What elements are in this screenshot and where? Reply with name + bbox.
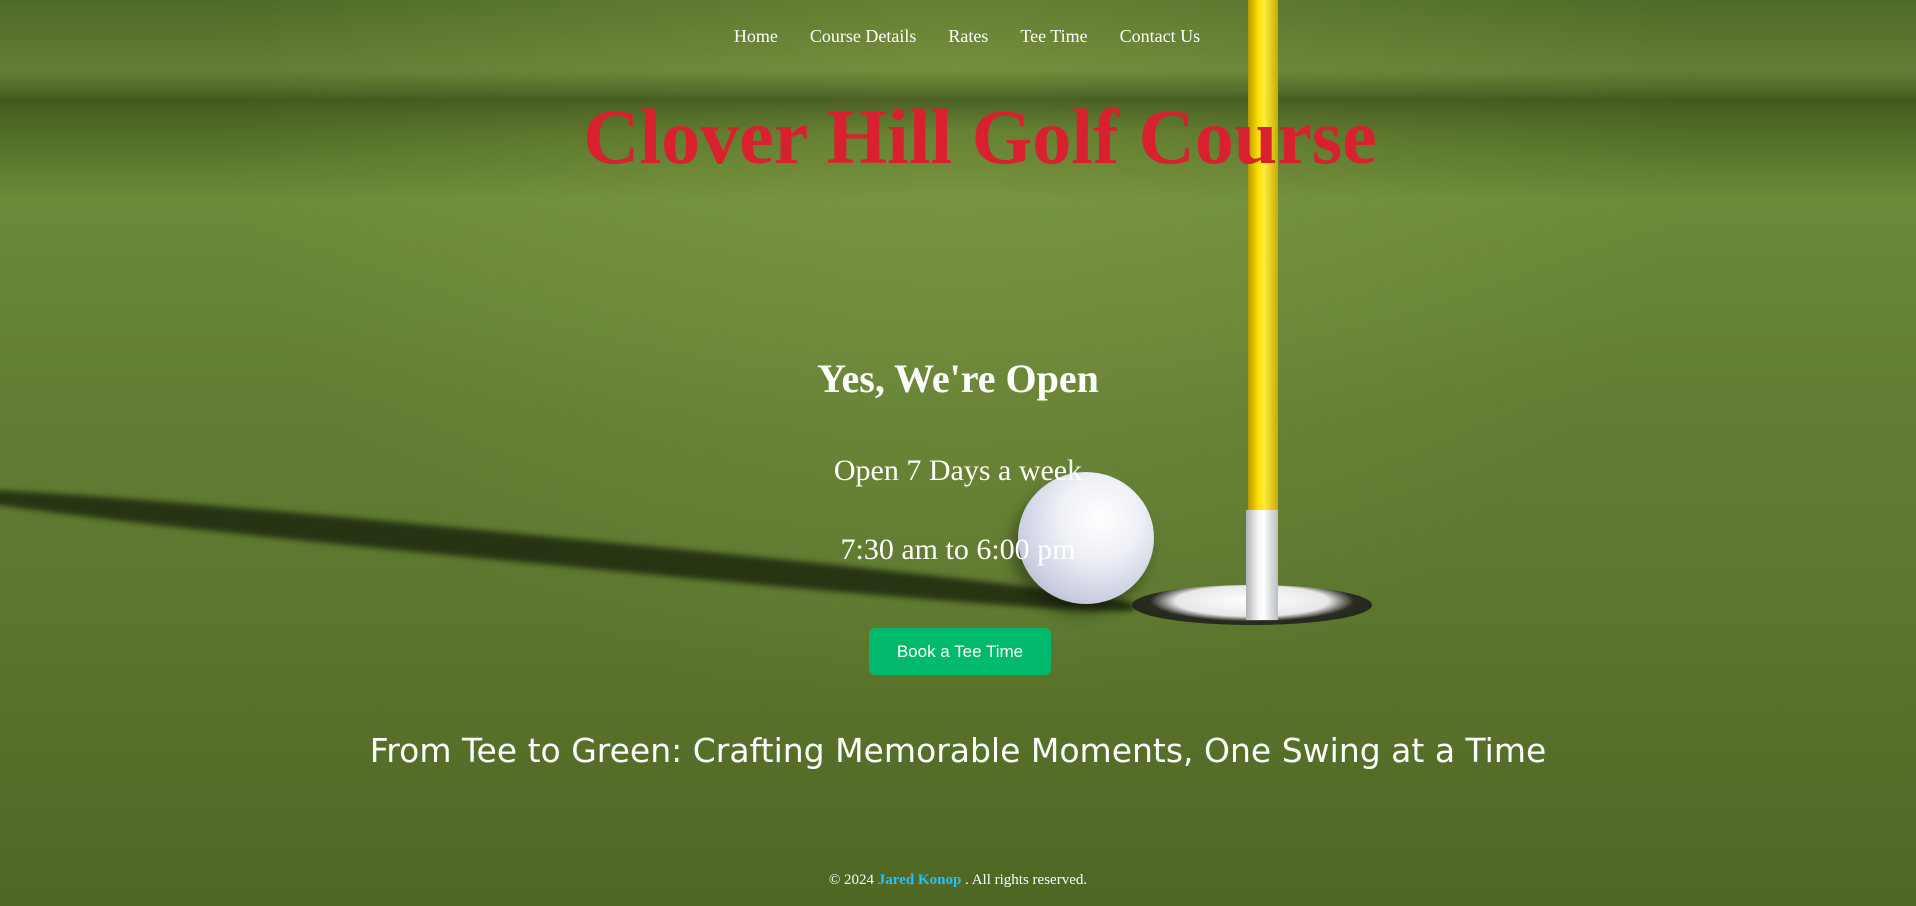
copyright-text: © 2024 (828, 872, 875, 888)
site-title: Clover Hill Golf Course (583, 93, 1377, 180)
rights-text: . All rights reserved. (965, 872, 1088, 888)
open-hours-text: 7:30 am to 6:00 pm (840, 533, 1076, 566)
nav-course-details[interactable]: Course Details (810, 26, 916, 47)
open-days-text: Open 7 Days a week (833, 454, 1083, 487)
book-tee-time-button[interactable]: Book a Tee Time (869, 628, 1051, 675)
tagline: From Tee to Green: Crafting Memorable Mo… (369, 731, 1547, 770)
nav-tee-time[interactable]: Tee Time (1020, 26, 1087, 47)
nav-rates[interactable]: Rates (948, 26, 988, 47)
nav-contact-us[interactable]: Contact Us (1120, 26, 1201, 47)
author-link[interactable]: Jared Konop (878, 872, 962, 888)
open-heading: Yes, We're Open (817, 356, 1099, 401)
footer: © 2024 Jared Konop . All rights reserved… (0, 872, 1916, 889)
main-nav: Home Course Details Rates Tee Time Conta… (0, 26, 1916, 47)
nav-home[interactable]: Home (734, 26, 778, 47)
flagstick (1248, 0, 1278, 512)
